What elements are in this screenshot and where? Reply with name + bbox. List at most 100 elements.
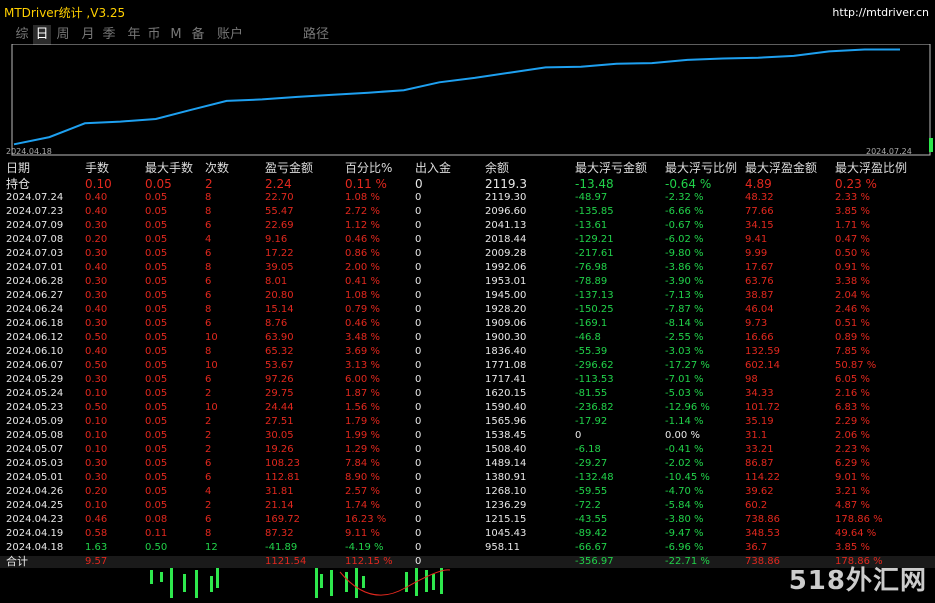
tab-6[interactable]: 币 <box>145 25 163 45</box>
table-cell: 持仓 <box>6 177 31 191</box>
table-row[interactable]: 2024.05.08 0.10 0.05 2 30.05 1.99 % 0 1538.45 0 0… <box>0 429 935 443</box>
table-cell: -48.97 <box>575 192 608 203</box>
table-row[interactable]: 2024.04.19 0.58 0.11 8 87.32 9.11 % 0 1045.43 -8… <box>0 527 935 541</box>
column-header[interactable]: 次数 <box>205 160 229 177</box>
table-cell: 0.79 % <box>345 304 380 315</box>
column-header[interactable]: 百分比% <box>345 160 392 177</box>
table-row[interactable]: 2024.06.12 0.50 0.05 10 63.90 3.48 % 0 1900.30 -… <box>0 331 935 345</box>
table-cell: -1.14 % <box>665 416 704 427</box>
tab-0[interactable]: 综 <box>14 25 30 45</box>
table-cell: 0.05 <box>145 388 168 399</box>
x-axis-end-label: 2024.07.24 <box>866 147 912 156</box>
table-cell: 63.90 <box>265 332 294 343</box>
column-header[interactable]: 日期 <box>6 160 30 177</box>
table-row[interactable]: 2024.04.25 0.10 0.05 2 21.14 1.74 % 0 1236.29 -7… <box>0 499 935 513</box>
table-row[interactable]: 2024.07.24 0.40 0.05 8 22.70 1.08 % 0 2119.30 -4… <box>0 191 935 205</box>
table-cell: 15.14 <box>265 304 294 315</box>
column-header[interactable]: 最大浮盈金额 <box>745 160 817 177</box>
table-row[interactable]: 2024.04.18 1.63 0.50 12 -41.89 -4.19 % 0 958.11… <box>0 541 935 555</box>
watermark-logo: 518外汇网 <box>788 566 927 596</box>
table-cell: 6.83 % <box>835 402 870 413</box>
tab-3[interactable]: 月 <box>79 25 97 45</box>
column-header[interactable]: 余额 <box>485 160 509 177</box>
tab-1[interactable]: 日 <box>33 25 51 45</box>
tab-4[interactable]: 季 <box>100 25 118 45</box>
table-cell: 1836.40 <box>485 346 527 357</box>
table-row[interactable]: 2024.06.27 0.30 0.05 6 20.80 1.08 % 0 1945.00 -1… <box>0 289 935 303</box>
table-cell: 6 <box>205 374 212 385</box>
table-cell: 2024.05.08 <box>6 430 64 441</box>
table-row[interactable]: 2024.06.18 0.30 0.05 6 8.76 0.46 % 0 1909.06 -16… <box>0 317 935 331</box>
table-row[interactable]: 2024.06.07 0.50 0.05 10 53.67 3.13 % 0 1771.08 -… <box>0 359 935 373</box>
column-header[interactable]: 最大浮盈比例 <box>835 160 907 177</box>
table-row[interactable]: 2024.07.09 0.30 0.05 6 22.69 1.12 % 0 2041.13 -1… <box>0 219 935 233</box>
table-cell: 0.05 <box>145 444 168 455</box>
table-cell: 958.11 <box>485 542 520 553</box>
table-cell: 24.44 <box>265 402 294 413</box>
table-row[interactable]: 2024.05.09 0.10 0.05 2 27.51 1.79 % 0 1565.96 -1… <box>0 415 935 429</box>
table-cell: 8 <box>205 192 212 203</box>
table-cell: 0.00 % <box>665 430 700 441</box>
daily-stats-table: 日期 手数 最大手数 次数 盈亏金额 百分比% 出入金 余额 最大浮亏金额 最大浮亏比例 最大浮盈金… <box>0 160 935 555</box>
table-cell: 0.10 <box>85 388 108 399</box>
table-row[interactable]: 2024.05.29 0.30 0.05 6 97.26 6.00 % 0 1717.41 -1… <box>0 373 935 387</box>
table-row[interactable]: 2024.06.24 0.40 0.05 8 15.14 0.79 % 0 1928.20 -1… <box>0 303 935 317</box>
table-cell: 0.05 <box>145 346 168 357</box>
table-row[interactable]: 2024.05.03 0.30 0.05 6 108.23 7.84 % 0 1489.14 -… <box>0 457 935 471</box>
table-row[interactable]: 2024.04.26 0.20 0.05 4 31.81 2.57 % 0 1268.10 -5… <box>0 485 935 499</box>
table-row[interactable]: 2024.07.23 0.40 0.05 8 55.47 2.72 % 0 2096.60 -1… <box>0 205 935 219</box>
column-header[interactable]: 最大浮亏金额 <box>575 160 647 177</box>
totals-cell: 0 <box>415 556 422 567</box>
table-cell: 9.01 % <box>835 472 870 483</box>
table-row[interactable]: 2024.05.24 0.10 0.05 2 29.75 1.87 % 0 1620.15 -8… <box>0 387 935 401</box>
table-cell: 8 <box>205 262 212 273</box>
table-row[interactable]: 2024.07.03 0.30 0.05 6 17.22 0.86 % 0 2009.28 -2… <box>0 247 935 261</box>
table-cell: 0 <box>415 500 422 511</box>
tab-5[interactable]: 年 <box>125 25 143 45</box>
table-cell: 0.10 <box>85 416 108 427</box>
table-cell: 48.32 <box>745 192 774 203</box>
table-cell: 2 <box>205 430 212 441</box>
table-row[interactable]: 2024.05.07 0.10 0.05 2 19.26 1.29 % 0 1508.40 -6… <box>0 443 935 457</box>
tab-8[interactable]: 备 <box>190 25 206 45</box>
table-cell: 6.05 % <box>835 374 870 385</box>
table-cell: 2.06 % <box>835 430 870 441</box>
website-link[interactable]: http://mtdriver.cn <box>832 6 929 19</box>
table-row[interactable]: 2024.07.08 0.20 0.05 4 9.16 0.46 % 0 2018.44 -12… <box>0 233 935 247</box>
table-cell: 0.47 % <box>835 234 870 245</box>
table-cell: 0 <box>415 416 422 427</box>
column-header[interactable]: 手数 <box>85 160 109 177</box>
tab-7[interactable]: M <box>169 25 183 45</box>
table-row[interactable]: 2024.06.28 0.30 0.05 6 8.01 0.41 % 0 1953.01 -78… <box>0 275 935 289</box>
column-header[interactable]: 最大浮亏比例 <box>665 160 737 177</box>
table-cell: 1.79 % <box>345 416 380 427</box>
tab-2[interactable]: 周 <box>54 25 72 45</box>
table-cell: 0.05 <box>145 360 168 371</box>
table-cell: 0.05 <box>145 374 168 385</box>
table-cell: 2024.05.23 <box>6 402 64 413</box>
column-header[interactable]: 出入金 <box>415 160 451 177</box>
table-row[interactable]: 2024.04.23 0.46 0.08 6 169.72 16.23 % 0 1215.15… <box>0 513 935 527</box>
table-row[interactable]: 2024.05.01 0.30 0.05 6 112.81 8.90 % 0 1380.91 -… <box>0 471 935 485</box>
table-row[interactable]: 2024.07.01 0.40 0.05 8 39.05 2.00 % 0 1992.06 -7… <box>0 261 935 275</box>
table-row[interactable]: 2024.06.10 0.40 0.05 8 65.32 3.69 % 0 1836.40 -5… <box>0 345 935 359</box>
table-cell: 2024.04.19 <box>6 528 64 539</box>
table-cell: 2024.07.08 <box>6 234 64 245</box>
table-cell: 2.00 % <box>345 262 380 273</box>
table-cell: 0.40 <box>85 304 108 315</box>
table-row[interactable]: 2024.05.23 0.50 0.05 10 24.44 1.56 % 0 1590.40 -… <box>0 401 935 415</box>
table-cell: 0.05 <box>145 206 168 217</box>
table-cell: -135.85 <box>575 206 614 217</box>
open-positions-row[interactable]: 持仓 0.10 0.05 2 2.24 0.11 % 0 2119.3 -13.48 -0.64 … <box>0 177 935 191</box>
tab-10[interactable]: 路径 <box>300 25 332 45</box>
column-header[interactable]: 最大手数 <box>145 160 193 177</box>
candle-bar <box>150 570 153 584</box>
tab-9[interactable]: 账户 <box>214 25 246 45</box>
table-cell: 2.46 % <box>835 304 870 315</box>
table-cell: -9.80 % <box>665 248 704 259</box>
column-header[interactable]: 盈亏金额 <box>265 160 313 177</box>
equity-line <box>13 48 900 146</box>
table-cell: 0.05 <box>145 500 168 511</box>
table-cell: 0.05 <box>145 276 168 287</box>
chart-scroll-handle[interactable] <box>929 138 933 152</box>
